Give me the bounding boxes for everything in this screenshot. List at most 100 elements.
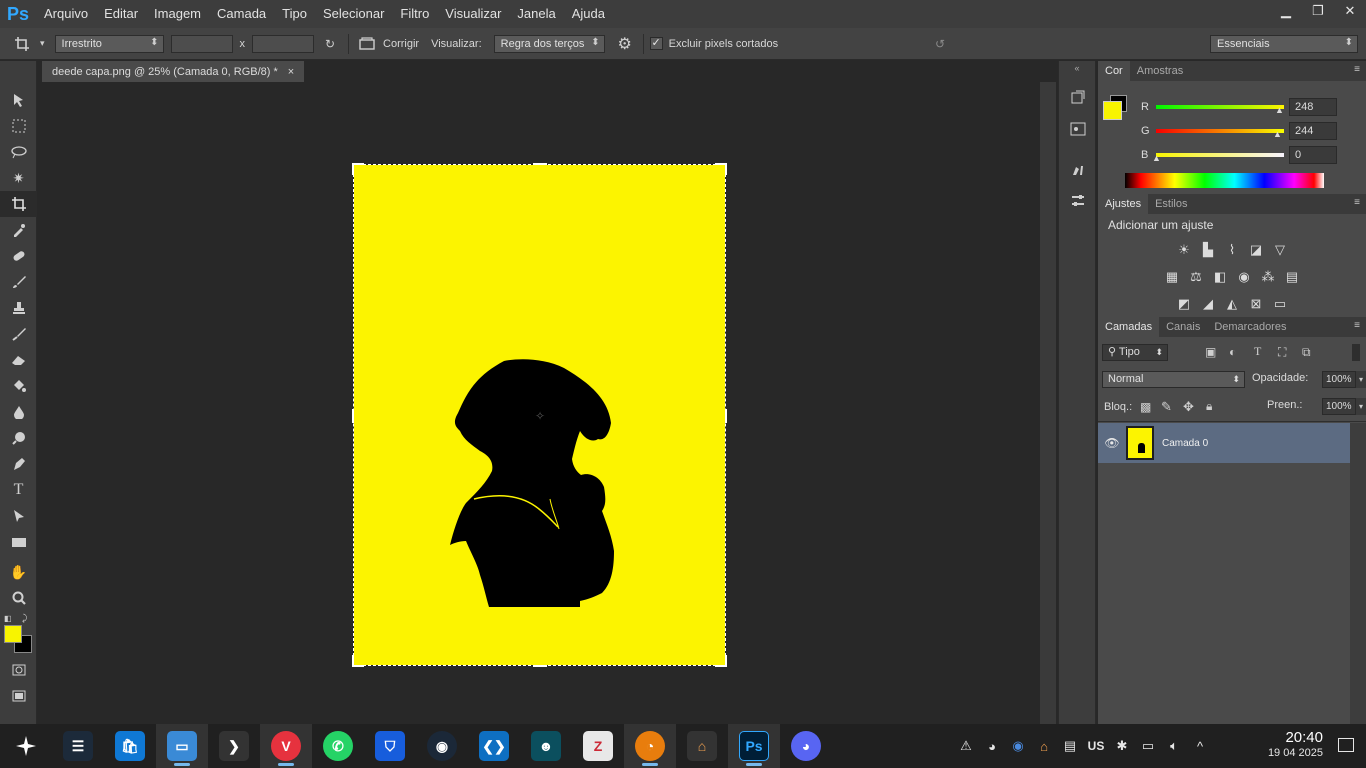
photo-filter-icon[interactable]: ◉ bbox=[1235, 268, 1253, 286]
document-tab[interactable]: deede capa.png @ 25% (Camada 0, RGB/8) *… bbox=[42, 61, 305, 82]
path-selection-icon[interactable] bbox=[0, 503, 37, 529]
taskbar-blender-app[interactable]: ◔ bbox=[624, 724, 676, 768]
hue-saturation-icon[interactable]: ▦ bbox=[1163, 268, 1181, 286]
adjustments-panel-menu-icon[interactable]: ≡ bbox=[1354, 197, 1360, 208]
layers-panel-menu-icon[interactable]: ≡ bbox=[1354, 320, 1360, 331]
magic-wand-icon[interactable]: ✷ bbox=[0, 165, 37, 191]
taskbar-discord-app[interactable]: ◕ bbox=[780, 724, 832, 768]
default-colors-icon[interactable]: ◧ bbox=[4, 614, 12, 623]
color-lookup-icon[interactable]: ▤ bbox=[1283, 268, 1301, 286]
filter-type-icon[interactable]: T bbox=[1254, 344, 1261, 359]
taskbar-steam-app[interactable]: ◉ bbox=[416, 724, 468, 768]
properties-panel-icon[interactable] bbox=[1059, 113, 1097, 145]
gear-icon[interactable]: ⚙ bbox=[613, 32, 637, 56]
layer-filter-select[interactable]: ⚲ Tipo ⬍ bbox=[1102, 344, 1168, 361]
reset-crop-icon[interactable]: ↺ bbox=[928, 32, 952, 56]
green-slider[interactable] bbox=[1156, 129, 1284, 133]
height-field[interactable] bbox=[252, 34, 315, 53]
tab-ajustes[interactable]: Ajustes bbox=[1098, 194, 1149, 214]
quick-mask-icon[interactable] bbox=[0, 657, 37, 683]
tray-git-icon[interactable]: ⌂ bbox=[1031, 724, 1057, 768]
crop-handle-bottom-left[interactable] bbox=[352, 655, 364, 667]
filter-toggle[interactable] bbox=[1352, 344, 1360, 361]
tray-antivirus-icon[interactable]: ⚠ bbox=[953, 724, 979, 768]
tab-canais[interactable]: Canais bbox=[1159, 317, 1207, 337]
taskbar-store-app[interactable]: 🛍︎ bbox=[104, 724, 156, 768]
menu-ajuda[interactable]: Ajuda bbox=[564, 0, 613, 28]
crop-handle-bottom[interactable] bbox=[533, 663, 547, 667]
crop-handle-left[interactable] bbox=[352, 409, 356, 423]
menu-camada[interactable]: Camada bbox=[209, 0, 274, 28]
lasso-tool-icon[interactable] bbox=[0, 139, 37, 165]
crop-handle-bottom-right[interactable] bbox=[715, 655, 727, 667]
brush-tool-icon[interactable] bbox=[0, 269, 37, 295]
menu-filtro[interactable]: Filtro bbox=[392, 0, 437, 28]
black-white-icon[interactable]: ◧ bbox=[1211, 268, 1229, 286]
pen-tool-icon[interactable] bbox=[0, 451, 37, 477]
filter-shape-icon[interactable]: ⛶ bbox=[1278, 345, 1286, 360]
filter-adjustment-icon[interactable]: ◐ bbox=[1229, 345, 1236, 359]
blue-slider-thumb-icon[interactable]: ▲ bbox=[1152, 153, 1161, 163]
tray-discord-icon[interactable]: ◕ bbox=[979, 724, 1005, 768]
taskbar-explorer-app[interactable]: ▭ bbox=[156, 724, 208, 768]
layer-row[interactable]: 👁︎ Camada 0 bbox=[1098, 423, 1350, 463]
canvas[interactable]: ✧ bbox=[352, 163, 727, 667]
eraser-tool-icon[interactable] bbox=[0, 347, 37, 373]
move-tool-icon[interactable] bbox=[0, 87, 37, 113]
taskbar-osu-app[interactable]: ☻ bbox=[520, 724, 572, 768]
taskbar-git-app[interactable]: ⌂ bbox=[676, 724, 728, 768]
red-value[interactable]: 248 bbox=[1289, 98, 1337, 116]
rectangle-tool-icon[interactable] bbox=[0, 529, 37, 555]
lock-pixels-icon[interactable]: ✎ bbox=[1161, 399, 1172, 415]
tab-camadas[interactable]: Camadas bbox=[1098, 317, 1160, 337]
tray-shield-icon[interactable]: ◉ bbox=[1005, 724, 1031, 768]
lock-all-icon[interactable]: 🔒︎ bbox=[1206, 399, 1212, 414]
restore-button[interactable]: ❐ bbox=[1302, 0, 1334, 22]
overlay-select[interactable]: Regra dos terços bbox=[493, 34, 605, 53]
red-slider[interactable] bbox=[1156, 105, 1284, 109]
dodge-tool-icon[interactable] bbox=[0, 425, 37, 451]
delete-cropped-checkbox[interactable]: ✓ bbox=[649, 37, 663, 50]
vertical-scrollbar[interactable] bbox=[1040, 82, 1056, 724]
crop-tool-preset-icon[interactable] bbox=[10, 32, 34, 56]
taskbar-vscode-app[interactable]: ❮❯ bbox=[468, 724, 520, 768]
screen-mode-icon[interactable] bbox=[0, 683, 37, 709]
tab-amostras[interactable]: Amostras bbox=[1130, 61, 1190, 81]
close-document-icon[interactable]: × bbox=[288, 66, 294, 78]
color-balance-icon[interactable]: ⚖ bbox=[1187, 268, 1205, 286]
volume-icon[interactable]: 🔈︎ bbox=[1161, 724, 1187, 768]
threshold-icon[interactable]: ◭ bbox=[1223, 295, 1241, 313]
display-icon[interactable]: ▭ bbox=[1135, 724, 1161, 768]
layer-visibility-eye-icon[interactable]: 👁︎ bbox=[1098, 436, 1126, 450]
width-field[interactable] bbox=[170, 34, 233, 53]
swap-dimensions-icon[interactable]: ↻ bbox=[318, 32, 342, 56]
exposure-icon[interactable]: ◪ bbox=[1247, 241, 1265, 259]
workspace-select[interactable]: Essenciais bbox=[1210, 34, 1358, 53]
paint-bucket-icon[interactable] bbox=[0, 373, 37, 399]
crop-handle-top-left[interactable] bbox=[352, 163, 364, 175]
menu-imagem[interactable]: Imagem bbox=[146, 0, 209, 28]
crop-handle-top-right[interactable] bbox=[715, 163, 727, 175]
vibrance-icon[interactable]: ▽ bbox=[1271, 241, 1289, 259]
show-hidden-icons-chevron[interactable]: ^ bbox=[1187, 724, 1213, 768]
close-button[interactable]: ✕ bbox=[1334, 0, 1366, 22]
menu-arquivo[interactable]: Arquivo bbox=[36, 0, 96, 28]
layer-name[interactable]: Camada 0 bbox=[1162, 438, 1208, 449]
crop-handle-right[interactable] bbox=[723, 409, 727, 423]
fill-field[interactable]: 100% bbox=[1322, 398, 1356, 415]
tool-presets-icon[interactable] bbox=[1059, 185, 1097, 217]
zoom-tool-icon[interactable] bbox=[0, 585, 37, 611]
menu-tipo[interactable]: Tipo bbox=[274, 0, 315, 28]
straighten-icon[interactable] bbox=[355, 32, 379, 56]
fill-dropdown-icon[interactable]: ▾ bbox=[1356, 398, 1366, 415]
lock-position-icon[interactable]: ✥ bbox=[1183, 399, 1194, 415]
menu-janela[interactable]: Janela bbox=[509, 0, 563, 28]
crop-tool-icon[interactable] bbox=[0, 191, 37, 217]
menu-editar[interactable]: Editar bbox=[96, 0, 146, 28]
green-value[interactable]: 244 bbox=[1289, 122, 1337, 140]
menu-visualizar[interactable]: Visualizar bbox=[437, 0, 509, 28]
preset-dropdown-arrow[interactable]: ▾ bbox=[40, 38, 45, 49]
levels-icon[interactable]: ▙ bbox=[1199, 241, 1217, 259]
tab-cor[interactable]: Cor bbox=[1098, 61, 1130, 81]
start-button[interactable] bbox=[0, 724, 52, 768]
